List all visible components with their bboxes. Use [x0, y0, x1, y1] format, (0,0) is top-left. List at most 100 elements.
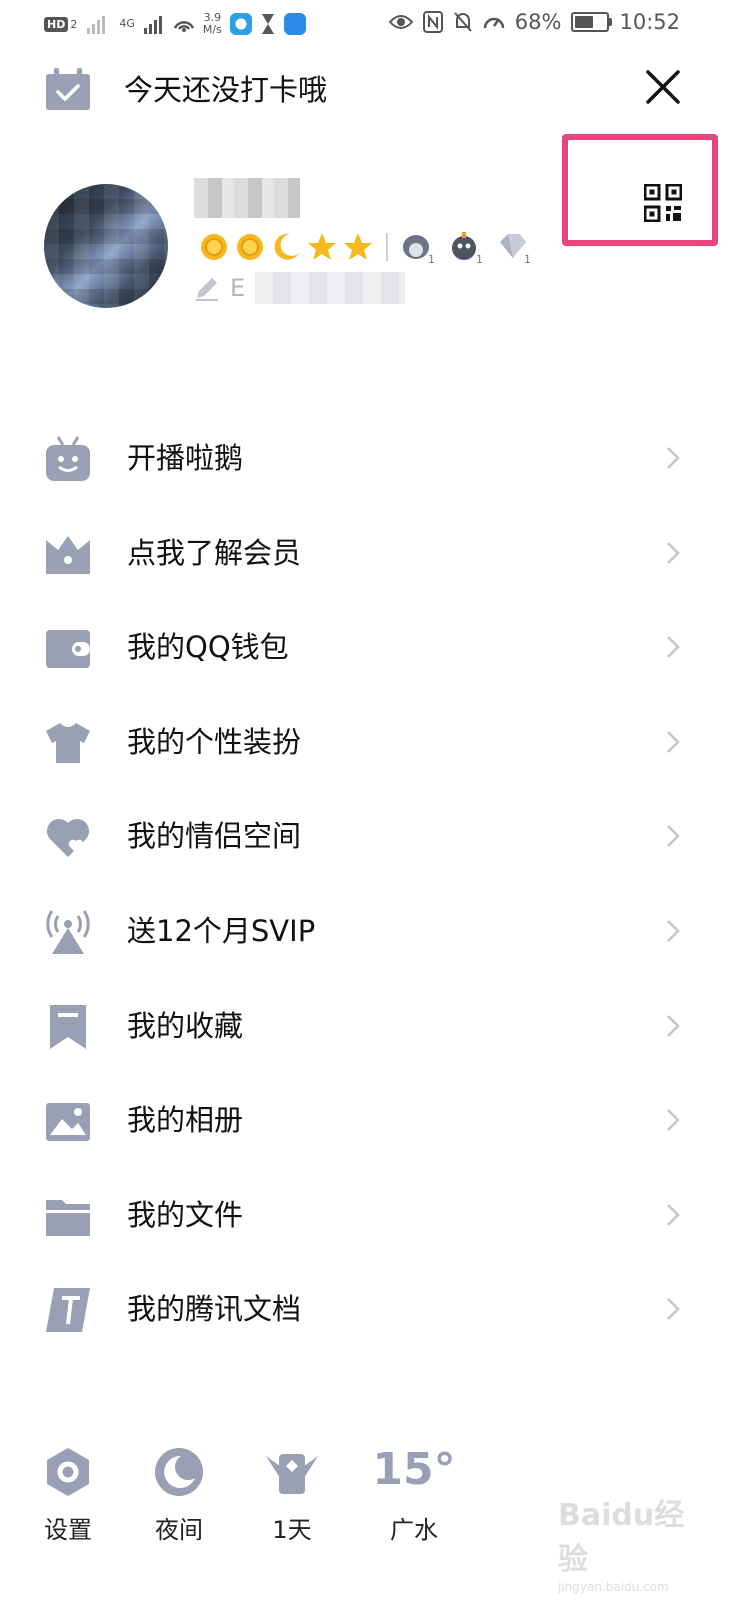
status-right: 68% 10:52	[388, 10, 680, 34]
hotspot-app-icon	[283, 13, 306, 35]
net-speed-unit: M/s	[202, 23, 222, 36]
menu-label: 我的腾讯文档	[127, 1292, 302, 1327]
baidu-watermark: Baidu经验 jingyan.baidu.com	[558, 1490, 698, 1594]
crown-icon	[46, 535, 90, 574]
settings-button[interactable]: 设置	[20, 1440, 116, 1545]
hd-sub: 2	[70, 17, 78, 31]
menu-item-decoration[interactable]: 我的个性装扮	[0, 696, 738, 791]
menu-label: 我的收藏	[127, 1008, 244, 1043]
checkin-days-button[interactable]: 1天	[244, 1440, 340, 1545]
badge-count: 1	[428, 253, 435, 264]
menu-label: 我的文件	[127, 1197, 244, 1232]
network-type: 4G	[119, 17, 135, 30]
hourglass-icon	[261, 14, 274, 34]
menu-item-docs[interactable]: 我的腾讯文档	[0, 1263, 738, 1358]
moon-icon	[274, 233, 299, 260]
moon-icon	[155, 1448, 203, 1496]
tv-robot-icon	[46, 436, 90, 481]
signature-row[interactable]: E	[194, 272, 406, 304]
close-icon[interactable]	[640, 64, 686, 110]
temperature: 15°	[372, 1444, 456, 1495]
menu-label: 开播啦鹅	[127, 441, 244, 475]
hd-indicator: HD	[44, 16, 69, 32]
level-badges[interactable]: 1 1 1	[198, 230, 540, 264]
star-icon	[308, 233, 336, 260]
sun-icon	[237, 234, 263, 260]
clock: 10:52	[619, 10, 680, 34]
diamond-badge-icon: 1	[500, 234, 531, 264]
chevron-right-icon	[667, 541, 680, 564]
net-speed: 3.9 M/s	[203, 12, 222, 36]
eye-icon	[388, 15, 413, 29]
city-label: 广水	[390, 1516, 438, 1544]
badge-divider	[386, 233, 388, 261]
chevron-right-icon	[667, 1109, 680, 1132]
tshirt-icon	[46, 722, 90, 763]
signature-blurred	[255, 272, 406, 304]
chevron-right-icon	[667, 1203, 680, 1226]
badge-count: 1	[524, 253, 531, 264]
menu-item-live[interactable]: 开播啦鹅	[0, 412, 738, 507]
battery-icon	[571, 12, 613, 32]
status-left: HD 2 4G 3.9 M/s	[44, 12, 306, 36]
nfc-icon	[422, 11, 443, 33]
night-mode-button[interactable]: 夜间	[131, 1440, 227, 1545]
status-bar: HD 2 4G 3.9 M/s 68% 10:52	[0, 0, 738, 50]
browser-app-icon	[229, 13, 252, 35]
menu-list: 开播啦鹅 点我了解会员 我的QQ钱包 我的个性装扮 我的情侣空间 送12个月SV…	[0, 412, 738, 1358]
wallet-icon	[46, 630, 90, 669]
menu-label: 我的情侣空间	[127, 819, 302, 854]
menu-label: 点我了解会员	[127, 535, 302, 570]
weather-button[interactable]: 15° 广水	[366, 1440, 462, 1545]
menu-item-vip[interactable]: 点我了解会员	[0, 507, 738, 602]
pencil-icon	[196, 278, 218, 301]
bookmark-icon	[50, 1004, 86, 1049]
settings-hexagon-icon	[47, 1448, 89, 1496]
nickname-blurred[interactable]	[194, 178, 300, 218]
battery-percent: 68%	[514, 10, 562, 34]
wifi-hotspot-icon	[173, 21, 194, 32]
qr-code-icon[interactable]	[644, 184, 682, 222]
menu-item-wallet[interactable]: 我的QQ钱包	[0, 601, 738, 696]
night-label: 夜间	[155, 1516, 203, 1544]
watermark-text: Baidu经验	[558, 1498, 685, 1577]
checkin-status-text[interactable]: 今天还没打卡哦	[124, 70, 327, 110]
penguin-badge-icon: 1	[403, 235, 435, 264]
chevron-right-icon	[667, 920, 680, 942]
mute-bell-icon	[454, 12, 472, 32]
menu-label: 我的个性装扮	[127, 724, 302, 759]
chevron-right-icon	[667, 636, 680, 659]
menu-item-files[interactable]: 我的文件	[0, 1169, 738, 1264]
avatar[interactable]	[44, 184, 168, 308]
qr-highlight-box	[562, 134, 718, 246]
menu-item-couple[interactable]: 我的情侣空间	[0, 790, 738, 885]
signature-prefix: E	[230, 274, 246, 302]
sun-icon	[201, 234, 227, 260]
chevron-right-icon	[667, 1298, 680, 1321]
settings-label: 设置	[44, 1516, 92, 1544]
heart-icon	[46, 819, 90, 858]
checkin-days-label: 1天	[272, 1516, 312, 1544]
star-icon	[344, 233, 372, 260]
broadcast-icon	[46, 910, 90, 954]
menu-label: 我的QQ钱包	[127, 630, 289, 665]
penguin-bomb-badge-icon: 1	[452, 232, 483, 264]
chevron-right-icon	[667, 447, 680, 469]
menu-item-album[interactable]: 我的相册	[0, 1074, 738, 1169]
signal-icon	[87, 16, 106, 34]
menu-item-favorites[interactable]: 我的收藏	[0, 980, 738, 1075]
folder-icon	[46, 1199, 90, 1236]
calendar-check-icon[interactable]	[44, 68, 92, 112]
document-icon	[46, 1288, 90, 1333]
chevron-right-icon	[667, 730, 680, 753]
menu-label: 我的相册	[127, 1103, 244, 1138]
badge-count: 1	[476, 253, 483, 264]
menu-item-svip[interactable]: 送12个月SVIP	[0, 885, 738, 980]
photo-icon	[46, 1103, 90, 1142]
chevron-right-icon	[667, 825, 680, 848]
speed-gauge-icon	[483, 17, 505, 29]
chevron-right-icon	[667, 1014, 680, 1037]
menu-label: 送12个月SVIP	[127, 913, 316, 948]
winged-badge-icon	[266, 1454, 318, 1494]
signal-strength-icon	[143, 16, 162, 34]
